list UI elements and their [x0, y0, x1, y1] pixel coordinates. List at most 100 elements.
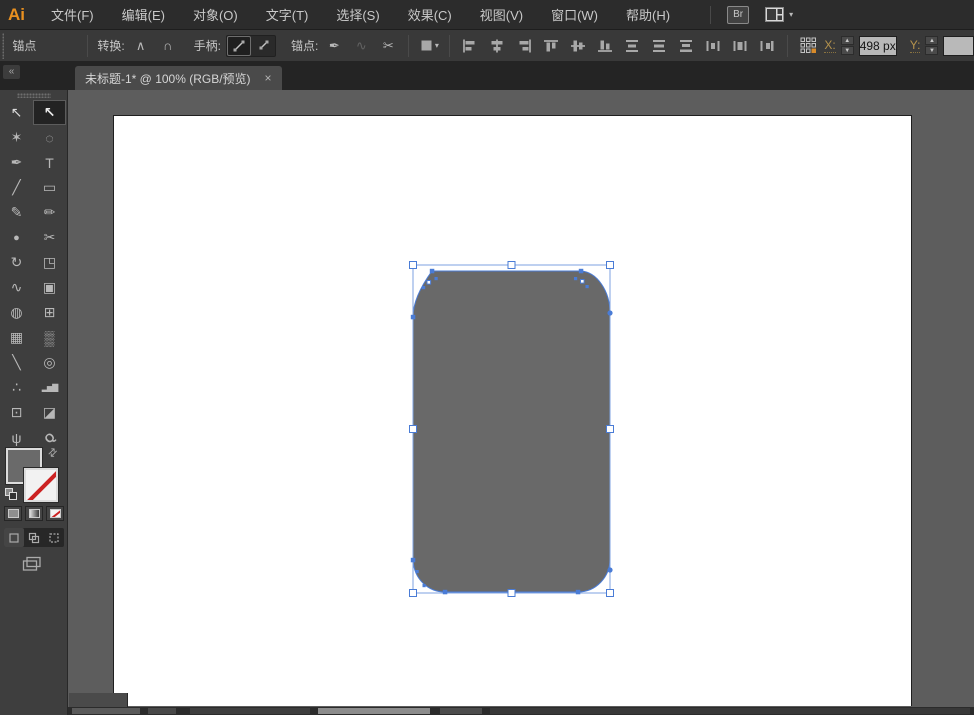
x-stepper-up[interactable]: ▲: [841, 36, 854, 45]
bridge-icon[interactable]: Br: [727, 6, 749, 24]
mesh-tool[interactable]: ▦: [0, 325, 33, 350]
distribute-top-button[interactable]: [621, 35, 643, 57]
eyedropper-tool[interactable]: ╲: [0, 350, 33, 375]
tool-grid: ↖↖✶◌✒T╱▭✎✏●✂↻◳∿▣◍⊞▦▒╲◎∴▂▅▇⊡◪ψQ: [0, 100, 68, 450]
align-vertical-center-button[interactable]: [567, 35, 589, 57]
perspective-grid-tool[interactable]: ⊞: [33, 300, 66, 325]
selection-tool[interactable]: ↖: [33, 100, 66, 125]
pen-tool[interactable]: ✒: [0, 150, 33, 175]
distribute-left-button[interactable]: [702, 35, 724, 57]
pencil-tool[interactable]: ✏: [33, 200, 66, 225]
distribute-bottom-button[interactable]: [675, 35, 697, 57]
type-tool[interactable]: T: [33, 150, 66, 175]
bottom-scrollbar[interactable]: [68, 707, 974, 715]
menu-item[interactable]: 文件(F): [37, 0, 108, 29]
menu-item[interactable]: 文字(T): [252, 0, 323, 29]
draw-normal-button[interactable]: [4, 528, 24, 547]
draw-inside-button[interactable]: [44, 528, 64, 547]
menu-item[interactable]: 编辑(E): [108, 0, 179, 29]
tools-panel-grip[interactable]: [17, 93, 51, 98]
lasso-tool[interactable]: ◌: [33, 125, 66, 150]
default-fill-stroke-icon[interactable]: [5, 488, 18, 500]
isolate-object-button[interactable]: ▾: [418, 35, 440, 57]
blob-brush-tool[interactable]: ●: [0, 225, 33, 250]
selected-shape[interactable]: [413, 271, 610, 592]
divider: [787, 35, 788, 57]
cut-path-button[interactable]: ✂: [377, 35, 399, 57]
align-horizontal-center-button[interactable]: [486, 35, 508, 57]
paintbrush-tool[interactable]: ✎: [0, 200, 33, 225]
stroke-swatch-none[interactable]: [24, 468, 58, 502]
workspace-switcher-button[interactable]: ▾: [765, 7, 793, 22]
control-bar: 锚点 转换: ∧ ∩ 手柄: 锚点: ✒ ∿ ✂ ▾: [0, 30, 974, 62]
menu-bar: Ai 文件(F)编辑(E)对象(O)文字(T)选择(S)效果(C)视图(V)窗口…: [0, 0, 974, 30]
gradient-button[interactable]: [25, 506, 43, 521]
draw-behind-button[interactable]: [24, 528, 44, 547]
blend-tool[interactable]: ◎: [33, 350, 66, 375]
close-icon[interactable]: ×: [265, 71, 272, 85]
canvas[interactable]: [68, 90, 974, 715]
menu-item[interactable]: 选择(S): [322, 0, 393, 29]
scale-tool[interactable]: ◳: [33, 250, 66, 275]
y-stepper-up[interactable]: ▲: [925, 36, 938, 45]
column-graph-tool[interactable]: ▂▅▇: [33, 375, 66, 400]
menu-item[interactable]: 对象(O): [179, 0, 252, 29]
reference-point-selector[interactable]: [797, 35, 819, 57]
x-stepper: ▲ ▼: [841, 36, 854, 55]
workspace-layout-icon: [765, 7, 784, 22]
hscroll-thumb[interactable]: [318, 708, 430, 714]
collapse-panel-icon[interactable]: «: [3, 65, 20, 79]
y-stepper-down[interactable]: ▼: [925, 46, 938, 55]
y-label: Y:: [910, 38, 921, 53]
divider: [408, 35, 409, 57]
y-stepper: ▲ ▼: [925, 36, 938, 55]
free-transform-tool[interactable]: ▣: [33, 275, 66, 300]
menubar-divider: [710, 6, 711, 24]
magic-wand-tool[interactable]: ✶: [0, 125, 33, 150]
screen-mode-icon[interactable]: [22, 556, 42, 577]
rectangle-tool[interactable]: ▭: [33, 175, 66, 200]
line-segment-tool[interactable]: ╱: [0, 175, 33, 200]
menu-item[interactable]: 视图(V): [466, 0, 537, 29]
handles-toggle-group: [226, 35, 276, 57]
remove-anchor-button[interactable]: ✒: [323, 35, 345, 57]
handles-label: 手柄:: [194, 37, 221, 54]
scissors-tool[interactable]: ✂: [33, 225, 66, 250]
distribute-right-button[interactable]: [756, 35, 778, 57]
slice-tool[interactable]: ◪: [33, 400, 66, 425]
divider: [87, 35, 88, 57]
align-right-button[interactable]: [513, 35, 535, 57]
connect-endpoints-button[interactable]: ∿: [350, 35, 372, 57]
shape-builder-tool[interactable]: ◍: [0, 300, 33, 325]
show-handles-button[interactable]: [227, 36, 251, 56]
color-button[interactable]: [4, 506, 22, 521]
controlbar-grip[interactable]: [2, 33, 4, 59]
x-input[interactable]: 498 px: [859, 36, 897, 56]
align-top-button[interactable]: [540, 35, 562, 57]
x-stepper-down[interactable]: ▼: [841, 46, 854, 55]
swap-fill-stroke-icon[interactable]: ⇄: [45, 445, 61, 461]
align-bottom-button[interactable]: [594, 35, 616, 57]
convert-to-corner-button[interactable]: ∧: [130, 35, 152, 57]
distribute-vertical-center-button[interactable]: [648, 35, 670, 57]
y-input[interactable]: [943, 36, 974, 56]
symbol-sprayer-tool[interactable]: ∴: [0, 375, 33, 400]
chevron-down-icon: ▾: [789, 10, 793, 19]
gradient-tool[interactable]: ▒: [33, 325, 66, 350]
distribute-horizontal-center-button[interactable]: [729, 35, 751, 57]
menu-item[interactable]: 效果(C): [394, 0, 466, 29]
width-tool[interactable]: ∿: [0, 275, 33, 300]
rotate-tool[interactable]: ↻: [0, 250, 33, 275]
direct-selection-tool[interactable]: ↖: [0, 100, 33, 125]
align-left-button[interactable]: [459, 35, 481, 57]
artboard-tool[interactable]: ⊡: [0, 400, 33, 425]
tools-panel: ↖↖✶◌✒T╱▭✎✏●✂↻◳∿▣◍⊞▦▒╲◎∴▂▅▇⊡◪ψQ ⇄: [0, 90, 68, 715]
paint-style-row: [4, 506, 64, 521]
none-button[interactable]: [46, 506, 64, 521]
menu-item[interactable]: 帮助(H): [612, 0, 684, 29]
menu-item[interactable]: 窗口(W): [537, 0, 612, 29]
hide-handles-button[interactable]: [251, 36, 275, 56]
document-tab[interactable]: 未标题-1* @ 100% (RGB/预览) ×: [75, 66, 282, 90]
convert-to-smooth-button[interactable]: ∩: [157, 35, 179, 57]
status-bar-zoom-box[interactable]: [69, 693, 128, 707]
